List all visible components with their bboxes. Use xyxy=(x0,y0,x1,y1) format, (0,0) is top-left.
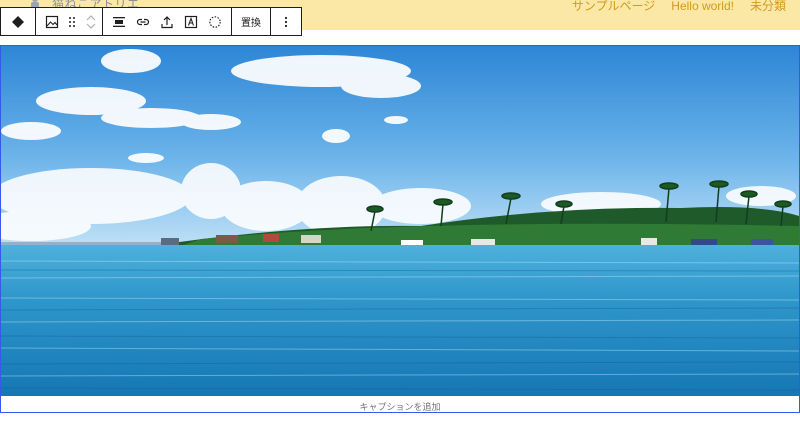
select-region-button[interactable] xyxy=(203,8,227,35)
tropical-island-photo[interactable] xyxy=(1,46,799,396)
image-icon xyxy=(45,15,59,28)
text-overlay-icon xyxy=(184,15,198,28)
replace-button[interactable]: 置換 xyxy=(232,14,270,29)
block-controls-group xyxy=(103,8,232,35)
nav-item-uncategorized[interactable]: 未分類 xyxy=(750,0,786,13)
block-switcher-icon xyxy=(12,15,24,28)
upload-icon xyxy=(161,15,173,28)
more-options-button[interactable] xyxy=(271,8,301,35)
block-switcher-button[interactable] xyxy=(1,8,35,35)
select-dotted-icon xyxy=(209,15,221,28)
align-button[interactable] xyxy=(107,8,131,35)
move-up-icon[interactable] xyxy=(86,14,96,22)
align-icon xyxy=(113,16,125,27)
block-switcher-group xyxy=(1,8,36,35)
more-options-icon xyxy=(284,16,288,27)
text-overlay-button[interactable] xyxy=(179,8,203,35)
move-down-icon[interactable] xyxy=(86,22,96,30)
block-toolbar: 置換 xyxy=(0,7,302,36)
site-nav: サンプルページ Hello world! 未分類 xyxy=(572,0,786,13)
drag-handle[interactable] xyxy=(64,8,80,35)
link-icon xyxy=(136,18,150,25)
image-block[interactable]: キャプションを追加 xyxy=(0,45,800,413)
nav-item-hello-world[interactable]: Hello world! xyxy=(671,0,734,13)
link-button[interactable] xyxy=(131,8,155,35)
caption-input[interactable]: キャプションを追加 xyxy=(1,400,799,413)
block-mover xyxy=(80,8,102,35)
replace-group: 置換 xyxy=(232,8,271,35)
image-block-button[interactable] xyxy=(40,8,64,35)
drag-handle-icon xyxy=(69,16,75,27)
upload-button[interactable] xyxy=(155,8,179,35)
block-type-group xyxy=(36,8,103,35)
nav-item-sample-page[interactable]: サンプルページ xyxy=(572,0,655,13)
more-group xyxy=(271,8,301,35)
